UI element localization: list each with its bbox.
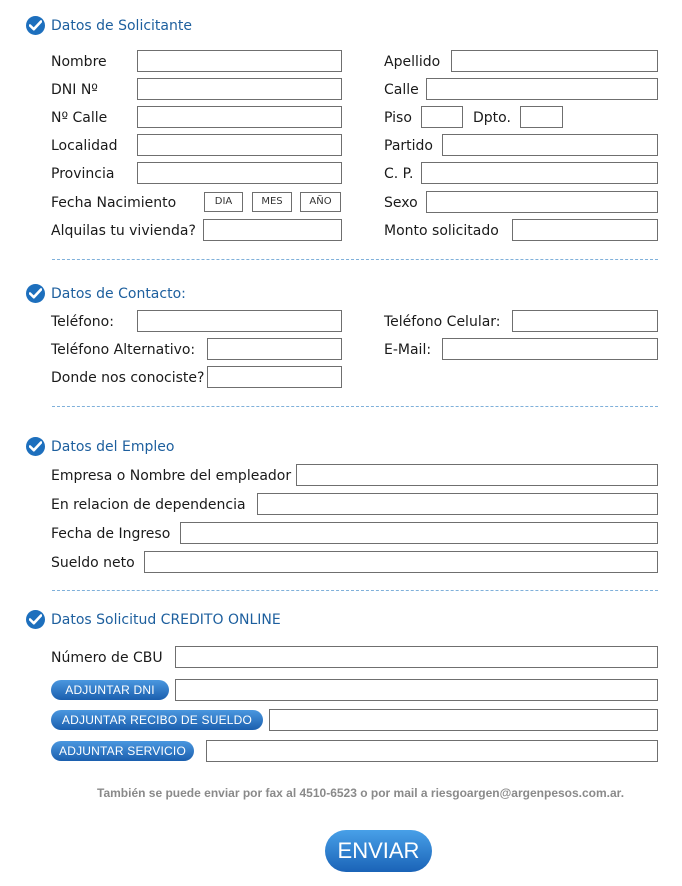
provincia-field[interactable]	[137, 162, 342, 184]
check-circle-icon	[26, 610, 45, 629]
label-celular: Teléfono Celular:	[384, 314, 501, 330]
label-apellido: Apellido	[384, 54, 441, 70]
check-circle-icon	[26, 284, 45, 303]
anio-select[interactable]: AÑO	[300, 192, 341, 212]
section-title-contacto: Datos de Contacto:	[51, 286, 186, 302]
adjuntar-servicio-field[interactable]	[206, 740, 658, 762]
dpto-field[interactable]	[520, 106, 563, 128]
dni-field[interactable]	[137, 78, 342, 100]
telefono-alternativo-field[interactable]	[207, 338, 342, 360]
mes-select[interactable]: MES	[252, 192, 292, 212]
relacion-field[interactable]	[257, 493, 658, 515]
section-divider	[52, 590, 658, 591]
localidad-field[interactable]	[137, 134, 342, 156]
section-title-empleo: Datos del Empleo	[51, 439, 175, 455]
section-title-solicitante: Datos de Solicitante	[51, 18, 192, 34]
email-field[interactable]	[442, 338, 658, 360]
sueldo-field[interactable]	[144, 551, 658, 573]
label-nombre: Nombre	[51, 54, 107, 70]
adjuntar-servicio-button[interactable]: ADJUNTAR SERVICIO	[51, 741, 194, 761]
label-partido: Partido	[384, 138, 433, 154]
label-cp: C. P.	[384, 166, 414, 182]
conociste-field[interactable]	[207, 366, 342, 388]
sexo-field[interactable]	[426, 191, 658, 213]
label-nro-calle: Nº Calle	[51, 110, 108, 126]
adjuntar-dni-button[interactable]: ADJUNTAR DNI	[51, 680, 169, 700]
label-localidad: Localidad	[51, 138, 118, 154]
label-empresa: Empresa o Nombre del empleador	[51, 468, 292, 484]
alquilas-field[interactable]	[203, 219, 342, 241]
telefono-field[interactable]	[137, 310, 342, 332]
fax-mail-note: También se puede enviar por fax al 4510-…	[97, 786, 625, 800]
label-telefono-alternativo: Teléfono Alternativo:	[51, 342, 196, 358]
cbu-field[interactable]	[175, 646, 658, 668]
monto-field[interactable]	[512, 219, 658, 241]
cp-field[interactable]	[421, 162, 658, 184]
calle-field[interactable]	[426, 78, 658, 100]
adjuntar-recibo-button[interactable]: ADJUNTAR RECIBO DE SUELDO	[51, 710, 263, 730]
empresa-field[interactable]	[296, 464, 658, 486]
label-alquilas: Alquilas tu vivienda?	[51, 223, 196, 239]
label-dni: DNI Nº	[51, 82, 98, 98]
label-calle: Calle	[384, 82, 419, 98]
label-fecha-nacimiento: Fecha Nacimiento	[51, 195, 177, 211]
nombre-field[interactable]	[137, 50, 342, 72]
section-title-credito: Datos Solicitud CREDITO ONLINE	[51, 612, 281, 628]
label-telefono: Teléfono:	[51, 314, 114, 330]
label-monto: Monto solicitado	[384, 223, 499, 239]
label-conociste: Donde nos conociste?	[51, 370, 205, 386]
label-piso: Piso	[384, 110, 412, 126]
fecha-ingreso-field[interactable]	[180, 522, 658, 544]
nro-calle-field[interactable]	[137, 106, 342, 128]
adjuntar-dni-field[interactable]	[175, 679, 658, 701]
check-circle-icon	[26, 437, 45, 456]
label-relacion: En relacion de dependencia	[51, 497, 246, 513]
label-cbu: Número de CBU	[51, 650, 163, 666]
piso-field[interactable]	[421, 106, 463, 128]
section-divider	[52, 406, 658, 407]
label-provincia: Provincia	[51, 166, 115, 182]
section-divider	[52, 259, 658, 260]
label-fecha-ingreso: Fecha de Ingreso	[51, 526, 171, 542]
label-sexo: Sexo	[384, 195, 418, 211]
celular-field[interactable]	[512, 310, 658, 332]
label-sueldo: Sueldo neto	[51, 555, 135, 571]
dia-select[interactable]: DIA	[204, 192, 243, 212]
label-dpto: Dpto.	[473, 110, 511, 126]
partido-field[interactable]	[442, 134, 658, 156]
enviar-button[interactable]: ENVIAR	[325, 830, 432, 872]
apellido-field[interactable]	[451, 50, 658, 72]
adjuntar-recibo-field[interactable]	[269, 709, 658, 731]
check-circle-icon	[26, 16, 45, 35]
label-email: E-Mail:	[384, 342, 432, 358]
